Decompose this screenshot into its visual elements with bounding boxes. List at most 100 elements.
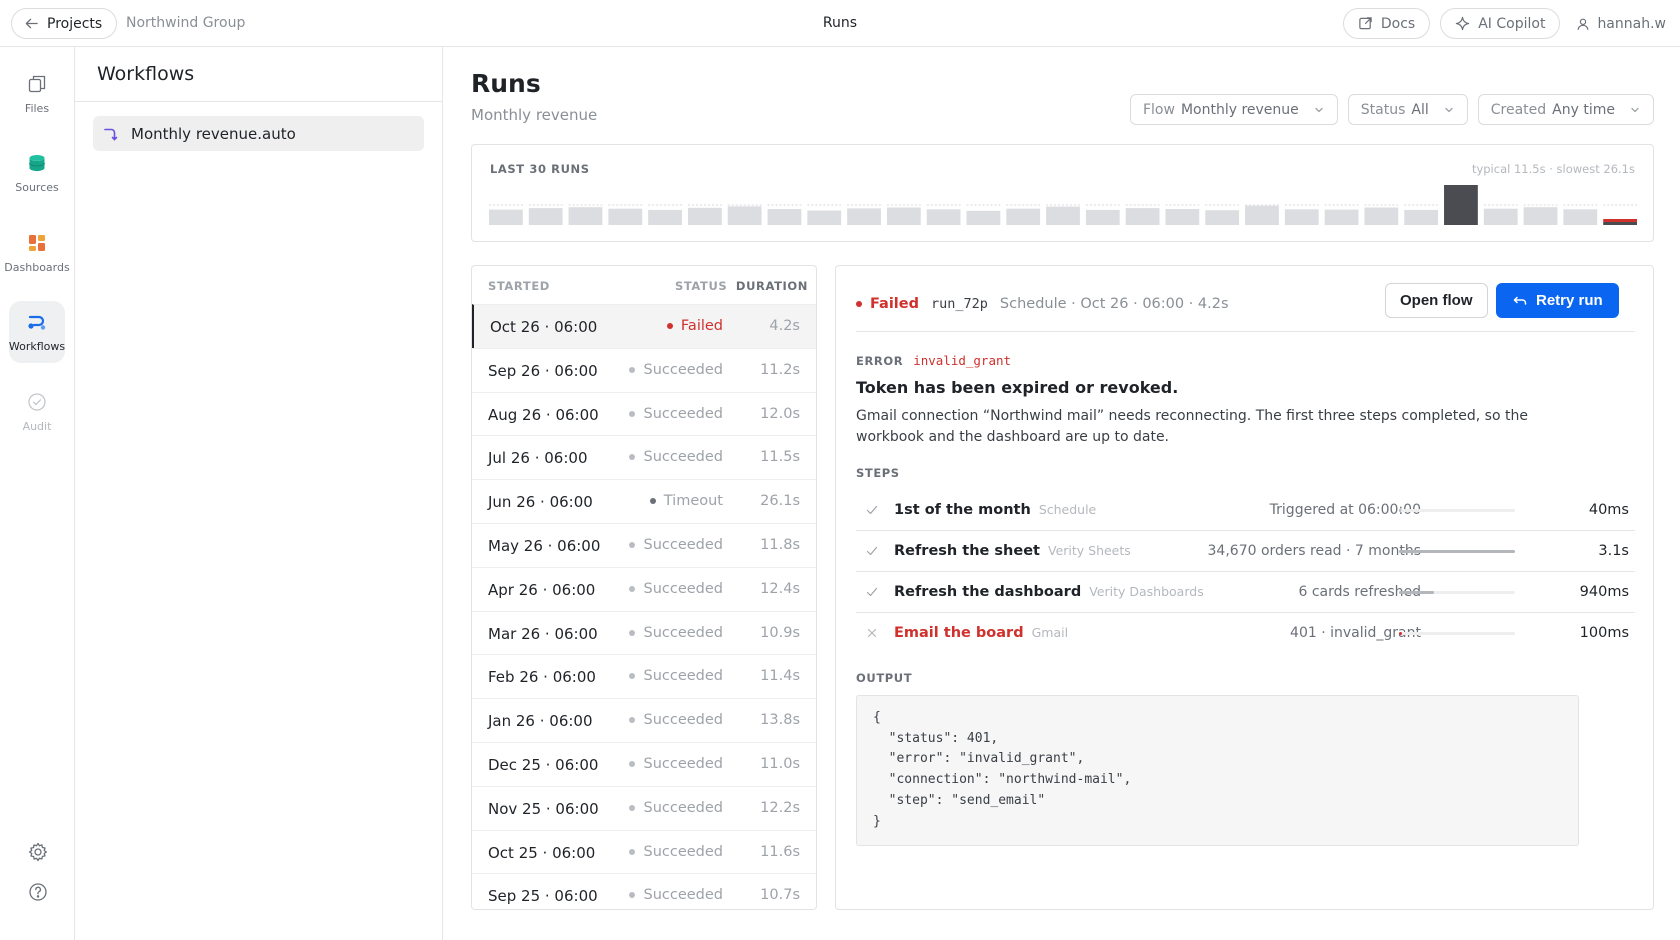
chart-bar[interactable]: [926, 209, 961, 225]
filter-flow[interactable]: Flow Monthly revenue: [1129, 94, 1338, 125]
run-status: Succeeded: [629, 800, 723, 816]
workflow-item-label: Monthly revenue.auto: [131, 124, 296, 143]
run-row[interactable]: Mar 26 · 06:00 Succeeded 10.9s: [472, 610, 816, 655]
step-name-text: 1st of the month: [894, 502, 1031, 518]
chart-bar[interactable]: [767, 209, 802, 225]
run-row[interactable]: May 26 · 06:00 Succeeded 11.8s: [472, 522, 816, 567]
chart-bar[interactable]: [1483, 208, 1518, 225]
step-duration: 3.1s: [1598, 543, 1629, 559]
settings-button[interactable]: [26, 840, 50, 864]
column-duration[interactable]: DURATION: [736, 279, 808, 293]
step-row[interactable]: Refresh the sheet Verity Sheets 34,670 ord…: [856, 531, 1635, 572]
step-row[interactable]: 1st of the month Schedule Triggered at 06:…: [856, 490, 1635, 531]
step-name: 1st of the month Schedule: [894, 502, 1096, 518]
status-dot: [629, 673, 636, 680]
filter-status[interactable]: Status All: [1347, 94, 1468, 125]
chart-bar[interactable]: [966, 210, 1001, 225]
run-duration: 10.7s: [760, 887, 800, 904]
chart-bar[interactable]: [1245, 205, 1279, 225]
run-row[interactable]: Feb 26 · 06:00 Succeeded 11.4s: [472, 654, 816, 698]
run-row[interactable]: Sep 26 · 06:00 Succeeded 11.2s: [472, 347, 816, 392]
run-row[interactable]: Sep 25 · 06:00 Succeeded 10.7s: [472, 873, 816, 909]
chart-bar[interactable]: [1205, 210, 1240, 225]
run-status: Succeeded: [629, 449, 723, 465]
chart-bar[interactable]: [807, 210, 842, 226]
chart-bar[interactable]: [489, 209, 523, 225]
chart-bar[interactable]: [687, 207, 722, 225]
run-status: Succeeded: [629, 712, 723, 728]
run-duration: 11.2s: [760, 361, 800, 378]
rail-label-audit: Audit: [22, 420, 52, 433]
chart-bar[interactable]: [886, 207, 921, 226]
error-section-label: ERROR invalid_grant: [856, 353, 1011, 368]
chart-bar[interactable]: [1523, 207, 1558, 225]
run-status-text: Succeeded: [643, 536, 723, 553]
workflow-item-monthly-revenue[interactable]: Monthly revenue.auto: [93, 116, 424, 151]
chart-bar[interactable]: [648, 209, 682, 225]
step-name-text: Refresh the sheet: [894, 543, 1040, 559]
back-to-projects-button[interactable]: Projects: [11, 8, 118, 39]
column-status: STATUS: [675, 279, 728, 293]
chart-bar[interactable]: [1284, 209, 1319, 225]
run-status: Succeeded: [629, 668, 723, 684]
step-duration-bar: [1399, 632, 1515, 635]
chart-bar[interactable]: [1603, 222, 1637, 225]
chart-bar[interactable]: [528, 208, 563, 225]
chart-bar[interactable]: [1125, 208, 1160, 225]
breadcrumb[interactable]: Northwind Group: [126, 15, 245, 31]
run-row[interactable]: Oct 25 · 06:00 Succeeded 11.6s: [472, 829, 816, 874]
docs-button[interactable]: Docs: [1342, 8, 1431, 39]
gear-icon: [28, 842, 48, 862]
main-content: Runs Monthly revenue Flow Monthly revenu…: [443, 47, 1680, 940]
open-flow-button[interactable]: Open flow: [1385, 283, 1488, 318]
chart-bar[interactable]: [1563, 209, 1598, 225]
chart-bar[interactable]: [568, 207, 603, 225]
run-row[interactable]: Dec 25 · 06:00 Succeeded 11.0s: [472, 741, 816, 786]
runs-list-header: STARTED STATUS DURATION: [472, 266, 816, 304]
rail-item-dashboards[interactable]: Dashboards: [4, 222, 70, 284]
run-status: Succeeded: [629, 581, 723, 597]
step-name-text: Email the board: [894, 625, 1024, 641]
run-row[interactable]: Apr 26 · 06:00 Succeeded 12.4s: [472, 566, 816, 611]
user-menu[interactable]: hannah.w: [1570, 16, 1670, 32]
run-status-text: Succeeded: [643, 361, 723, 378]
status-dot: [629, 585, 636, 592]
run-status-text: Succeeded: [643, 405, 723, 422]
ai-copilot-button[interactable]: AI Copilot: [1440, 8, 1561, 39]
run-duration: 11.0s: [760, 755, 800, 772]
filter-created[interactable]: Created Any time: [1477, 94, 1654, 125]
chart-bar[interactable]: [1444, 185, 1478, 225]
chart-bar[interactable]: [608, 208, 643, 225]
status-dot: [629, 541, 636, 548]
steps-list: 1st of the month Schedule Triggered at 06:…: [856, 490, 1635, 654]
retry-run-button[interactable]: Retry run: [1496, 283, 1619, 318]
chart-bar[interactable]: [1165, 209, 1200, 225]
status-dot: [629, 760, 636, 767]
chart-bar[interactable]: [1085, 209, 1120, 225]
help-icon: [29, 883, 47, 901]
chart-bar[interactable]: [1324, 209, 1359, 225]
step-row[interactable]: Refresh the dashboard Verity Dashboards 6 …: [856, 572, 1635, 613]
step-row[interactable]: Email the board Gmail 401 · invalid_grant 1…: [856, 613, 1635, 654]
chart-bar[interactable]: [1404, 209, 1439, 225]
run-row[interactable]: Aug 26 · 06:00 Succeeded 12.0s: [472, 391, 816, 436]
run-row[interactable]: Oct 26 · 06:00 Failed 4.2s: [472, 304, 816, 348]
rail-item-files[interactable]: Files: [9, 63, 65, 125]
run-row[interactable]: Jul 26 · 06:00 Succeeded 11.5s: [472, 435, 816, 479]
run-status-text: Succeeded: [643, 580, 723, 597]
chart-bar[interactable]: [1364, 207, 1399, 226]
run-row[interactable]: Nov 25 · 06:00 Succeeded 12.2s: [472, 785, 816, 830]
run-row[interactable]: Jun 26 · 06:00 Timeout 26.1s: [472, 479, 816, 523]
chart-bar[interactable]: [1006, 208, 1041, 225]
status-dot: [629, 892, 636, 899]
run-duration: 11.5s: [760, 449, 800, 466]
chart-bar[interactable]: [727, 206, 762, 225]
run-row[interactable]: Jan 26 · 06:00 Succeeded 13.8s: [472, 698, 816, 742]
rail-item-sources[interactable]: Sources: [9, 142, 65, 204]
help-button[interactable]: [26, 880, 50, 904]
rail-item-workflows[interactable]: Workflows: [9, 301, 65, 363]
error-title: Token has been expired or revoked.: [856, 378, 1179, 397]
rail-item-audit[interactable]: Audit: [9, 381, 65, 443]
chart-bar[interactable]: [847, 208, 881, 225]
chart-bar[interactable]: [1046, 206, 1080, 225]
